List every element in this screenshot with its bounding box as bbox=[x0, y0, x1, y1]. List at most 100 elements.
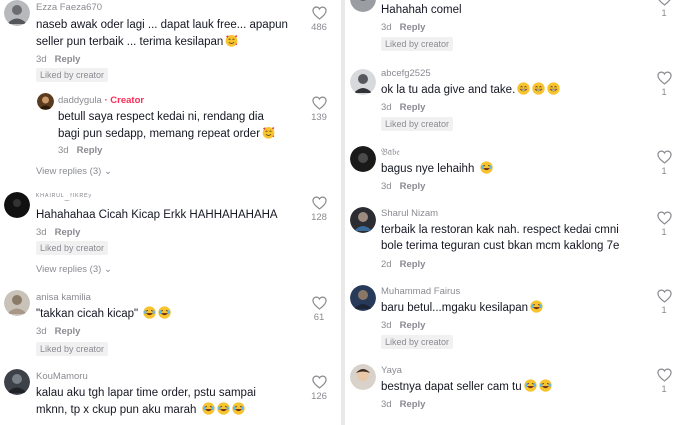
like-button[interactable]: 1 bbox=[652, 368, 676, 395]
like-button[interactable]: 126 bbox=[307, 375, 331, 402]
avatar[interactable] bbox=[350, 285, 376, 311]
comment-item: ᴷᴴᴬᴵᴿᵁᴸ_ᶠᴵᴷᴿᴱʸ Hahahahaa Cicah Kicap Erk… bbox=[0, 190, 340, 256]
username[interactable]: KouMamoru bbox=[36, 371, 88, 382]
like-button[interactable]: 1 bbox=[652, 289, 676, 316]
liked-by-creator-badge: Liked by creator bbox=[381, 335, 454, 349]
like-count: 1 bbox=[661, 384, 667, 395]
left-comment-column[interactable]: Ezza Faeza670 naseb awak oder lagi ... d… bbox=[0, 0, 340, 425]
heart-icon bbox=[657, 211, 672, 225]
avatar[interactable] bbox=[4, 369, 30, 395]
reply-button[interactable]: Reply bbox=[400, 102, 426, 113]
comment-time: 3d bbox=[381, 320, 392, 331]
comment-item: Yaya bestnya dapat seller cam tu 3d Reply… bbox=[346, 362, 694, 422]
comment-item: abcefg2525 ok la tu ada give and take. 3… bbox=[346, 66, 694, 134]
comment-text-line: bestnya dapat seller cam tu bbox=[381, 379, 552, 396]
liked-by-creator-badge: Liked by creator bbox=[36, 342, 109, 356]
like-button[interactable]: 1 bbox=[652, 150, 676, 177]
reply-button[interactable]: Reply bbox=[400, 320, 426, 331]
avatar[interactable] bbox=[37, 93, 54, 110]
like-button[interactable]: 486 bbox=[307, 6, 331, 33]
comment-text-line: mknn, tp x ckup pun aku marah bbox=[36, 402, 245, 419]
comment-text-line: betull saya respect kedai ni, rendang di… bbox=[58, 111, 264, 123]
comment-time: 3d bbox=[381, 181, 392, 192]
comment-text-line: bagus nye lehaihh bbox=[381, 161, 493, 178]
laughing-tears-icon bbox=[232, 402, 245, 415]
chevron-down-icon: ⌄ bbox=[103, 166, 112, 177]
grinning-face-icon bbox=[517, 82, 530, 95]
laughing-tears-icon bbox=[524, 379, 537, 392]
comment-item: Ezza Faeza670 naseb awak oder lagi ... d… bbox=[0, 0, 340, 82]
comment-text-line: seller pun terbaik ... terima kesilapan bbox=[36, 34, 238, 51]
comment-text-line: ok la tu ada give and take. bbox=[381, 82, 560, 99]
laughing-tears-icon bbox=[480, 161, 493, 174]
username[interactable]: Ezza Faeza670 bbox=[36, 2, 102, 13]
like-count: 1 bbox=[661, 305, 667, 316]
comment-meta: 3d Reply bbox=[381, 181, 425, 192]
avatar[interactable] bbox=[350, 364, 376, 390]
right-comment-column[interactable]: Hahahah comel 3d Reply Liked by creator 1… bbox=[346, 0, 694, 425]
heart-icon bbox=[312, 196, 327, 210]
avatar[interactable] bbox=[350, 69, 376, 95]
like-button[interactable]: 128 bbox=[307, 196, 331, 223]
like-count: 486 bbox=[311, 22, 327, 33]
comment-meta: 3d Reply bbox=[36, 54, 80, 65]
like-button[interactable]: 61 bbox=[307, 296, 331, 323]
smiling-face-with-hearts-icon bbox=[262, 126, 275, 139]
username[interactable]: anisa kamilia bbox=[36, 292, 91, 303]
comment-time: 2d bbox=[381, 259, 392, 270]
grinning-face-icon bbox=[547, 82, 560, 95]
reply-button[interactable]: Reply bbox=[55, 227, 81, 238]
like-button[interactable]: 1 bbox=[652, 211, 676, 238]
reply-button[interactable]: Reply bbox=[55, 54, 81, 65]
like-count: 128 bbox=[311, 212, 327, 223]
reply-button[interactable]: Reply bbox=[77, 145, 103, 156]
username[interactable]: Yaya bbox=[381, 365, 402, 376]
like-button[interactable]: 139 bbox=[307, 96, 331, 123]
comment-time: 3d bbox=[381, 102, 392, 113]
reply-button[interactable]: Reply bbox=[55, 326, 81, 337]
comment-meta: 3d Reply bbox=[36, 227, 80, 238]
heart-icon bbox=[312, 6, 327, 20]
username[interactable]: Sharul Nizam bbox=[381, 208, 438, 219]
avatar[interactable] bbox=[350, 0, 376, 12]
reply-button[interactable]: Reply bbox=[400, 181, 426, 192]
username[interactable]: daddygula · Creator bbox=[58, 95, 144, 106]
username[interactable]: 𝔅𝔞𝔟𝔢 bbox=[381, 147, 400, 158]
comment-time: 3d bbox=[58, 145, 69, 156]
view-replies-button[interactable]: View replies (3) ⌄ bbox=[36, 166, 112, 177]
like-count: 1 bbox=[661, 87, 667, 98]
liked-by-creator-badge: Liked by creator bbox=[381, 37, 454, 51]
avatar[interactable] bbox=[4, 0, 30, 26]
laughing-tears-icon bbox=[539, 379, 552, 392]
comment-meta: 3d Reply bbox=[58, 145, 102, 156]
comment-text-line: terbaik la restoran kak nah. respect ked… bbox=[381, 224, 619, 236]
avatar[interactable] bbox=[4, 192, 30, 218]
comment-text-line: Hahahahaa Cicah Kicap Erkk HAHHAHAHAHA bbox=[36, 209, 278, 221]
heart-icon bbox=[657, 368, 672, 382]
like-button[interactable]: 1 bbox=[652, 0, 676, 19]
comment-text-line: naseb awak oder lagi ... dapat lauk free… bbox=[36, 19, 288, 31]
reply-button[interactable]: Reply bbox=[400, 259, 426, 270]
avatar[interactable] bbox=[350, 207, 376, 233]
comment-time: 3d bbox=[36, 227, 47, 238]
heart-icon bbox=[657, 289, 672, 303]
username[interactable]: abcefg2525 bbox=[381, 68, 431, 79]
avatar[interactable] bbox=[350, 146, 376, 172]
reply-button[interactable]: Reply bbox=[400, 22, 426, 33]
like-count: 1 bbox=[661, 8, 667, 19]
smiling-face-with-hearts-icon bbox=[225, 34, 238, 47]
comment-meta: 3d Reply bbox=[381, 399, 425, 410]
username[interactable]: ᴷᴴᴬᴵᴿᵁᴸ_ᶠᴵᴷᴿᴱʸ bbox=[36, 192, 92, 201]
username[interactable]: Muhammad Fairus bbox=[381, 286, 460, 297]
reply-button[interactable]: Reply bbox=[400, 399, 426, 410]
comment-time: 3d bbox=[36, 54, 47, 65]
laughing-tears-icon bbox=[158, 306, 171, 319]
like-count: 126 bbox=[311, 391, 327, 402]
heart-icon bbox=[312, 296, 327, 310]
heart-icon bbox=[312, 96, 327, 110]
avatar[interactable] bbox=[4, 290, 30, 316]
view-replies-button[interactable]: View replies (3) ⌄ bbox=[36, 264, 112, 275]
heart-icon bbox=[312, 375, 327, 389]
like-button[interactable]: 1 bbox=[652, 71, 676, 98]
comment-item: anisa kamilia "takkan cicah kicap" 3d Rep… bbox=[0, 288, 340, 356]
